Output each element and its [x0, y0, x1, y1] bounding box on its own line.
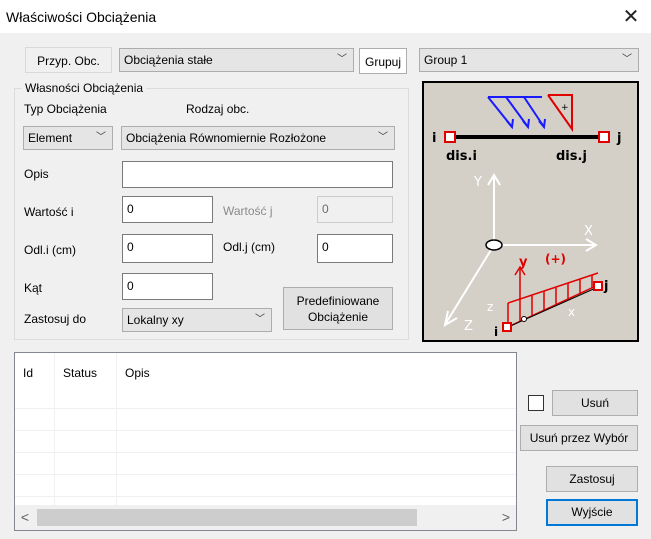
chevron-down-icon: ﹀ — [337, 54, 347, 65]
delete-by-selection-button[interactable]: Usuń przez Wybór — [520, 425, 638, 451]
diagram-x: x — [568, 305, 575, 319]
local-node-j-icon — [593, 281, 603, 291]
odl-j-input[interactable]: 0 — [317, 234, 393, 263]
column-status[interactable]: Status — [55, 353, 117, 387]
origin-node-icon — [485, 239, 503, 251]
diagram-z: z — [487, 300, 493, 314]
loads-list[interactable]: Id Status Opis < > — [14, 352, 517, 531]
diagram-Y: Y — [473, 175, 482, 190]
zastosuj-do-label: Zastosuj do — [24, 312, 87, 326]
diagram-plus: (+) — [545, 252, 566, 266]
diagram-Z: Z — [464, 319, 473, 334]
typ-label: Typ Obciążenia — [24, 102, 107, 116]
diagram-local-i: i — [494, 325, 498, 339]
grid-line — [15, 408, 516, 409]
grid-line — [116, 353, 117, 505]
diagram-j: j — [616, 131, 621, 146]
zastosuj-do-select[interactable]: Lokalny xy ﹀ — [122, 308, 272, 332]
group-legend: Własności Obciążenia — [22, 81, 147, 95]
node-i-icon — [444, 131, 456, 143]
predef-line1: Predefiniowane — [296, 294, 380, 308]
grid-line — [15, 430, 516, 431]
chevron-down-icon: ﹀ — [96, 132, 106, 143]
przyp-obc-button[interactable]: Przyp. Obc. — [25, 47, 112, 73]
wartosc-i-label: Wartość i — [24, 205, 74, 219]
horizontal-scrollbar[interactable]: < > — [15, 505, 516, 530]
chevron-down-icon: ﹀ — [378, 132, 388, 143]
diagram-dis-j: dis.j — [556, 149, 587, 164]
local-element-line — [507, 286, 599, 328]
list-header: Id Status Opis — [15, 353, 516, 387]
rodzaj-label: Rodzaj obc. — [186, 102, 250, 116]
diagram-dis-i: dis.i — [446, 149, 477, 164]
diagram-y: y — [519, 255, 528, 270]
odl-i-label: Odl.i (cm) — [24, 243, 76, 257]
scroll-thumb[interactable] — [37, 509, 417, 526]
group-value: Group 1 — [424, 53, 468, 67]
diagram-X: X — [584, 224, 593, 239]
opis-input[interactable] — [122, 161, 393, 188]
odl-j-label: Odl.j (cm) — [223, 240, 275, 254]
local-node-i-icon — [502, 322, 512, 332]
element-value: Element — [28, 131, 73, 145]
load-case-select[interactable]: Obciążenia stałe ﹀ — [119, 48, 354, 72]
grupuj-button[interactable]: Grupuj — [359, 48, 407, 74]
load-diagram: + i j dis.i dis.j Y X Z y (+) x z i j — [422, 81, 639, 342]
opis-label: Opis — [24, 167, 49, 181]
grid-line — [54, 353, 55, 505]
load-diagram-svg: + i j dis.i dis.j Y X Z y (+) x z i j — [432, 94, 621, 339]
grid-line — [15, 452, 516, 453]
diagram-i: i — [432, 131, 436, 146]
predefined-load-button[interactable]: Predefiniowane Obciążenie — [283, 287, 393, 330]
wartosc-j-input: 0 — [317, 196, 393, 223]
element-select[interactable]: Element ﹀ — [23, 126, 113, 150]
scroll-left-icon[interactable]: < — [17, 509, 33, 526]
select-all-checkbox[interactable] — [528, 395, 544, 411]
load-case-value: Obciążenia stałe — [124, 53, 213, 67]
apply-button[interactable]: Zastosuj — [546, 466, 638, 492]
kat-label: Kąt — [24, 281, 43, 295]
predef-line2: Obciążenie — [307, 310, 369, 324]
zastosuj-do-value: Lokalny xy — [127, 313, 184, 327]
column-id[interactable]: Id — [15, 353, 55, 387]
wartosc-i-input[interactable]: 0 — [122, 196, 213, 223]
window-title: Właściwości Obciążenia — [6, 9, 157, 25]
delete-button[interactable]: Usuń — [552, 390, 638, 416]
moment-mark: + — [561, 103, 569, 113]
local-origin-icon — [521, 316, 527, 322]
diagram-local-j: j — [603, 279, 608, 294]
column-opis[interactable]: Opis — [117, 353, 516, 387]
grid-line — [15, 474, 516, 475]
chevron-down-icon: ﹀ — [622, 54, 632, 65]
chevron-down-icon: ﹀ — [255, 314, 265, 325]
rodzaj-value: Obciążenia Równomiernie Rozłożone — [126, 131, 327, 145]
odl-i-input[interactable]: 0 — [122, 234, 213, 263]
kat-input[interactable]: 0 — [122, 273, 213, 300]
close-icon[interactable]: ✕ — [618, 4, 644, 30]
node-j-icon — [598, 131, 610, 143]
exit-button[interactable]: Wyjście — [546, 499, 638, 526]
scroll-right-icon[interactable]: > — [498, 509, 514, 526]
wartosc-j-label: Wartość j — [223, 204, 273, 218]
blue-load-arrows-icon — [487, 96, 546, 130]
group-select[interactable]: Group 1 ﹀ — [419, 48, 639, 72]
grid-line — [15, 496, 516, 497]
rodzaj-select[interactable]: Obciążenia Równomiernie Rozłożone ﹀ — [121, 126, 395, 150]
